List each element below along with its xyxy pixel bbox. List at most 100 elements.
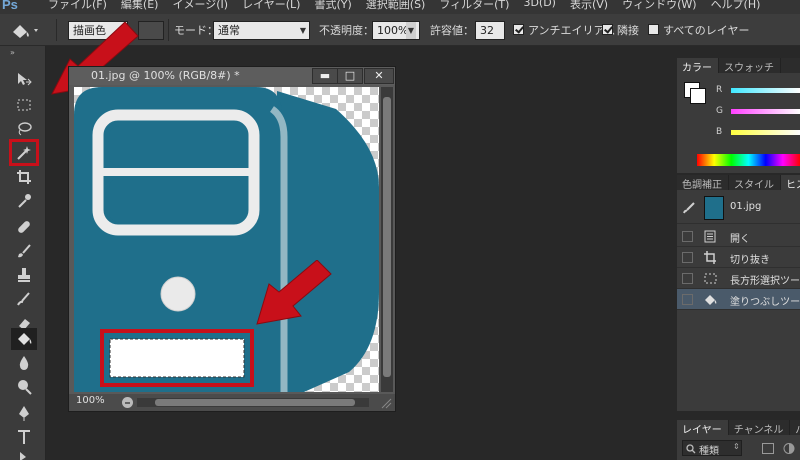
stamp-icon [18, 268, 30, 282]
snapshot-label: 01.jpg [730, 201, 762, 212]
red-slider[interactable]: R [677, 85, 800, 97]
droplet-icon [19, 356, 29, 370]
document-window: 01.jpg @ 100% (RGB/8#) * ▬ □ ✕ 100% [68, 66, 396, 412]
eyedropper-tool[interactable] [11, 190, 37, 212]
layer-filter-select[interactable]: 種類 ⇕ [682, 440, 742, 457]
menu-select[interactable]: 選択範囲(S) [366, 0, 426, 12]
green-slider[interactable]: G [677, 106, 800, 118]
history-checkbox[interactable] [682, 294, 693, 305]
history-item-marquee[interactable]: 長方形選択ツー [677, 268, 800, 289]
adjustment-filter-icon[interactable] [783, 443, 795, 454]
menu-image[interactable]: イメージ(I) [172, 0, 228, 12]
history-brush-tool[interactable] [11, 288, 37, 310]
tab-styles[interactable]: スタイル [729, 175, 781, 191]
pattern-picker[interactable] [138, 21, 164, 40]
history-checkbox[interactable] [682, 252, 693, 263]
hard-drive-graphic [74, 87, 379, 392]
menu-file[interactable]: ファイル(F) [48, 0, 107, 12]
layers-panel-tabs: レイヤー チャンネル パス [677, 420, 800, 436]
tab-paths[interactable]: パス [790, 420, 800, 436]
chevron-down-icon: ▼ [299, 26, 306, 35]
blue-slider[interactable]: B [677, 127, 800, 139]
history-item-crop[interactable]: 切り抜き [677, 247, 800, 268]
image-canvas[interactable] [74, 87, 379, 392]
history-panel-tabs: 色調補正 スタイル ヒス [677, 175, 800, 191]
history-label: 塗りつぶしツール [730, 297, 800, 308]
search-icon [686, 444, 696, 454]
green-slider-track[interactable] [731, 109, 800, 114]
menu-help[interactable]: ヘルプ(H) [711, 0, 761, 12]
menu-layer[interactable]: レイヤー(L) [242, 0, 300, 12]
blue-slider-track[interactable] [731, 130, 800, 135]
healing-brush-tool[interactable] [11, 216, 37, 238]
history-item-paint-bucket[interactable]: 塗りつぶしツール [677, 289, 800, 310]
opacity-field[interactable]: 100% ▼ [372, 21, 420, 40]
photoshop-window: Ps ファイル(F) 編集(E) イメージ(I) レイヤー(L) 書式(Y) 選… [0, 0, 800, 460]
menu-type[interactable]: 書式(Y) [314, 0, 351, 12]
resize-grip-icon[interactable] [380, 397, 392, 409]
image-filter-icon[interactable] [762, 443, 774, 454]
tab-layers[interactable]: レイヤー [677, 420, 729, 436]
history-checkbox[interactable] [682, 231, 693, 242]
history-checkbox[interactable] [682, 273, 693, 284]
menu-bar: Ps ファイル(F) 編集(E) イメージ(I) レイヤー(L) 書式(Y) 選… [0, 0, 800, 14]
crop-icon [17, 170, 31, 184]
bandage-icon [18, 221, 30, 233]
crop-tool[interactable] [11, 166, 37, 188]
paint-bucket-tool[interactable] [11, 328, 37, 350]
menu-edit[interactable]: 編集(E) [121, 0, 159, 12]
dodge-icon [18, 380, 32, 395]
type-tool[interactable] [11, 426, 37, 448]
history-empty-area [677, 311, 800, 411]
vertical-scroll-thumb[interactable] [383, 97, 391, 377]
lasso-tool[interactable] [11, 118, 37, 140]
horizontal-scroll-thumb[interactable] [155, 399, 355, 406]
history-panel: 色調補正 スタイル ヒス 01.jpg 開く 切り抜き 長方形選択ツー 塗り [677, 175, 800, 411]
color-spectrum-bar[interactable] [697, 154, 800, 166]
vertical-scrollbar[interactable] [381, 87, 393, 392]
history-brush-source-icon[interactable] [682, 201, 696, 215]
menu-window[interactable]: ウィンドウ(W) [622, 0, 696, 12]
status-info-icon[interactable] [121, 396, 134, 409]
tab-color[interactable]: カラー [677, 58, 719, 74]
stamp-tool[interactable] [11, 264, 37, 286]
rect-marquee-icon [704, 273, 717, 284]
tab-swatches[interactable]: スウォッチ [719, 58, 781, 74]
all-layers-checkbox[interactable] [648, 24, 659, 35]
menu-3d[interactable]: 3D(D) [523, 0, 556, 12]
menu-items: ファイル(F) 編集(E) イメージ(I) レイヤー(L) 書式(Y) 選択範囲… [48, 0, 774, 12]
contiguous-checkbox[interactable] [602, 24, 613, 35]
tab-channels[interactable]: チャンネル [729, 420, 791, 436]
red-slider-track[interactable] [731, 88, 800, 93]
tab-history[interactable]: ヒス [781, 175, 800, 191]
history-snapshot[interactable]: 01.jpg [677, 192, 800, 224]
zoom-level[interactable]: 100% [76, 395, 105, 406]
pen-tool[interactable] [11, 402, 37, 424]
menu-filter[interactable]: フィルター(T) [439, 0, 509, 12]
brush-tool[interactable] [11, 240, 37, 262]
horizontal-scrollbar[interactable] [137, 398, 369, 407]
minimize-button[interactable]: ▬ [312, 68, 338, 84]
collapse-icon[interactable]: » [10, 48, 15, 57]
marquee-highlight-box [9, 139, 39, 166]
type-icon [18, 430, 30, 444]
dodge-tool[interactable] [11, 376, 37, 398]
tab-adjustments[interactable]: 色調補正 [677, 175, 729, 191]
history-label: 切り抜き [730, 255, 770, 266]
document-titlebar[interactable]: 01.jpg @ 100% (RGB/8#) * ▬ □ ✕ [69, 67, 395, 85]
close-button[interactable]: ✕ [364, 68, 394, 84]
crop-icon [704, 251, 716, 264]
path-selection-tool[interactable] [11, 448, 37, 460]
restore-button[interactable]: □ [337, 68, 363, 84]
blur-tool[interactable] [11, 352, 37, 374]
mode-select[interactable]: 通常 ▼ [213, 21, 310, 40]
menu-view[interactable]: 表示(V) [570, 0, 608, 12]
pen-icon [19, 406, 29, 421]
chevron-down-icon[interactable]: ▼ [406, 22, 416, 39]
tolerance-field[interactable]: 32 [475, 21, 505, 40]
mode-value: 通常 [218, 24, 240, 37]
document-title: 01.jpg @ 100% (RGB/8#) * [91, 69, 240, 82]
antialias-checkbox[interactable] [513, 24, 524, 35]
chevron-updown-icon: ⇕ [733, 442, 740, 451]
history-item-open[interactable]: 開く [677, 226, 800, 247]
